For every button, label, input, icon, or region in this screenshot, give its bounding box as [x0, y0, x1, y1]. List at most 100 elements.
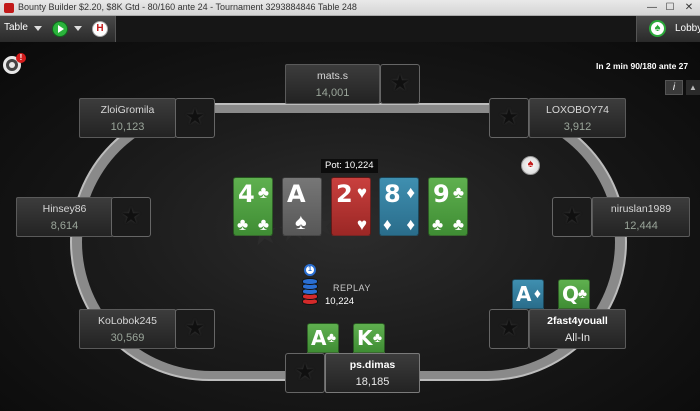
player-plate: ps.dimas 18,185 [325, 353, 420, 393]
club-suit-icon: ♣ [257, 215, 269, 234]
lobby-button[interactable]: ♠ Lobby [636, 16, 700, 42]
avatar-star-icon [380, 64, 420, 104]
dealer-button-icon [521, 156, 540, 175]
club-suit-icon: ♣ [452, 183, 464, 202]
maximize-button[interactable]: ☐ [662, 1, 678, 14]
seat-left[interactable]: Hinsey86 8,614 [16, 197, 153, 237]
avatar-star-icon [552, 197, 592, 237]
card-rank: Q [562, 282, 580, 306]
avatar-star-icon [489, 98, 529, 138]
avatar-star-icon [175, 98, 215, 138]
board-card-4: 8 ♦ ♦ ♦ [379, 177, 419, 236]
club-suit-icon: ♣ [432, 215, 444, 234]
avatar-star-icon [111, 197, 151, 237]
pokerstars-logo-icon [4, 3, 14, 13]
bet-amount: 10,224 [325, 296, 355, 307]
player-name: 2fast4youall [547, 315, 608, 327]
minimize-button[interactable]: — [644, 1, 660, 14]
chevron-up-icon[interactable]: ▲ [686, 80, 700, 95]
toolbar-left-group: Table H [0, 16, 116, 42]
seat-top-right[interactable]: LOXOBOY74 3,912 [489, 98, 626, 138]
lobby-label: Lobby [675, 23, 700, 34]
chip [302, 278, 318, 285]
card-rank: 8 [384, 180, 401, 208]
club-suit-icon: ♣ [452, 215, 464, 234]
player-name: LOXOBOY74 [545, 104, 610, 116]
card-rank: 2 [336, 180, 353, 208]
next-blinds-info: In 2 min 90/180 ante 27 [596, 61, 689, 71]
player-stack: 12,444 [624, 220, 658, 232]
player-plate: mats.s 14,001 [285, 64, 380, 104]
rebuy-h-icon[interactable]: H [92, 21, 108, 37]
player-stack: 14,001 [315, 87, 350, 99]
seat-right[interactable]: niruslan1989 12,444 [552, 197, 690, 237]
seat-top-left[interactable]: ZloiGromila 10,123 [79, 98, 216, 138]
player-plate: niruslan1989 12,444 [592, 197, 690, 237]
player-stack: 30,569 [110, 332, 145, 344]
player-name: niruslan1989 [610, 203, 672, 215]
board-card-5: 9 ♣ ♣ ♣ [428, 177, 468, 236]
villain-card-1: A ♦ [512, 279, 544, 309]
player-name: Hinsey86 [42, 203, 87, 215]
info-icon[interactable]: i [665, 80, 683, 95]
avatar-star-icon [489, 309, 529, 349]
spade-suit-icon: ♠ [295, 209, 307, 234]
table-menu-chevron-down-icon[interactable] [34, 26, 42, 31]
villain-card-2: Q ♣ [558, 279, 590, 309]
player-name: mats.s [317, 70, 348, 82]
card-rank: A [311, 326, 327, 350]
seat-top[interactable]: mats.s 14,001 [285, 64, 420, 104]
card-rank: 9 [433, 180, 450, 208]
player-plate: ZloiGromila 10,123 [79, 98, 176, 138]
table-toolbar: Table H ♠ Lobby [0, 16, 700, 42]
diamond-suit-icon: ♦ [533, 285, 541, 301]
diamond-suit-icon: ♦ [383, 215, 392, 234]
club-suit-icon: ♣ [326, 329, 336, 345]
close-button[interactable]: ✕ [681, 1, 697, 14]
all-in-status: All-In [564, 332, 591, 344]
club-suit-icon: ♣ [577, 285, 587, 301]
heart-suit-icon: ♥ [356, 183, 367, 202]
player-plate: LOXOBOY74 3,912 [529, 98, 626, 138]
play-icon[interactable] [52, 21, 68, 37]
player-name: ps.dimas [349, 359, 396, 371]
player-plate: KoLobok245 30,569 [79, 309, 176, 349]
avatar-star-icon [175, 309, 215, 349]
player-stack: 10,123 [110, 121, 145, 133]
seat-bottom-left[interactable]: KoLobok245 30,569 [79, 309, 216, 349]
avatar-star-icon [285, 353, 325, 393]
board-card-1: 4 ♣ ♣ ♣ [233, 177, 273, 236]
lobby-icon: ♠ [649, 20, 666, 37]
play-menu-chevron-down-icon[interactable] [74, 26, 82, 31]
seat-villain-allin[interactable]: 2fast4youall All-In [489, 309, 626, 349]
player-plate: Hinsey86 8,614 [16, 197, 113, 237]
chip-denomination: 1 [304, 264, 316, 276]
card-rank: A [287, 180, 306, 208]
board-card-2: A ♠ [282, 177, 322, 236]
window-title-bar: Bounty Builder $2.20, $8K Gtd - 80/160 a… [0, 0, 700, 16]
window-title: Bounty Builder $2.20, $8K Gtd - 80/160 a… [18, 2, 357, 12]
card-rank: 4 [238, 180, 255, 208]
player-plate: 2fast4youall All-In [529, 309, 626, 349]
seat-hero[interactable]: ps.dimas 18,185 [285, 353, 420, 393]
player-stack: 18,185 [355, 376, 390, 388]
player-stack: 8,614 [50, 220, 79, 232]
diamond-suit-icon: ♦ [406, 183, 415, 202]
heart-suit-icon: ♥ [356, 215, 367, 234]
club-suit-icon: ♣ [372, 329, 382, 345]
player-name: KoLobok245 [98, 315, 157, 327]
board-card-3: 2 ♥ ♥ [331, 177, 371, 236]
club-suit-icon: ♣ [237, 215, 249, 234]
notification-badge: ! [16, 53, 26, 63]
replay-label[interactable]: REPLAY [333, 283, 371, 293]
player-stack: 3,912 [563, 121, 592, 133]
diamond-suit-icon: ♦ [406, 215, 415, 234]
hero-card-1: A ♣ [307, 323, 339, 353]
card-rank: K [357, 326, 373, 350]
card-rank: A [516, 282, 532, 306]
player-name: ZloiGromila [100, 104, 155, 116]
table-menu-button[interactable]: Table [4, 22, 28, 33]
pot-total: Pot: 10,224 [321, 159, 378, 173]
chip-stack-icon: 1 [302, 264, 318, 306]
hero-card-2: K ♣ [353, 323, 385, 353]
